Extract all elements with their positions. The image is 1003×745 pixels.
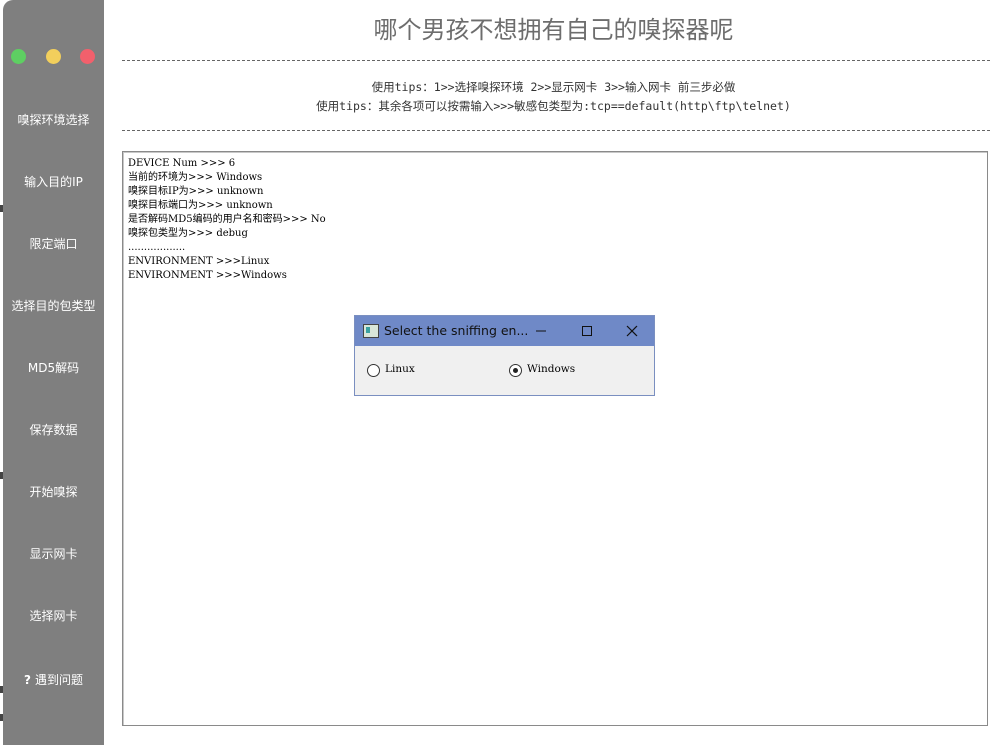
maximize-button[interactable] <box>564 316 610 346</box>
console-line: 嗅探目标端口为>>> unknown <box>128 200 273 211</box>
page-title: 哪个男孩不想拥有自己的嗅探器呢 <box>373 16 734 44</box>
sidebar-item-label: 遇到问题 <box>34 673 83 687</box>
console-line: .................. <box>128 242 186 253</box>
sidebar-item-packet-type[interactable]: 选择目的包类型 <box>3 298 104 314</box>
app-window: 嗅探环境选择 输入目的IP 限定端口 选择目的包类型 MD5解码 保存数据 开始… <box>0 0 1003 745</box>
console-line: DEVICE Num >>> 6 <box>128 158 236 169</box>
console-line: 是否解码MD5编码的用户名和密码>>> No <box>128 214 326 225</box>
question-icon: ? <box>24 673 31 687</box>
radio-button[interactable] <box>509 364 522 377</box>
sidebar-item-target-ip[interactable]: 输入目的IP <box>3 174 104 190</box>
sidebar-item-label: 保存数据 <box>29 423 78 437</box>
tips-line-1: 使用tips：1>>选择嗅探环境 2>>显示网卡 3>>输入网卡 前三步必做 <box>371 80 736 94</box>
console-output[interactable]: DEVICE Num >>> 6 当前的环境为>>> Windows 嗅探目标I… <box>122 151 988 726</box>
sidebar-item-start-sniff[interactable]: 开始嗅探 <box>3 484 104 500</box>
minimize-icon <box>536 330 546 332</box>
sidebar-item-label: 选择目的包类型 <box>11 299 96 313</box>
env-select-dialog: Select the sniffing en... Linux Windows <box>354 315 655 396</box>
minimize-dot[interactable] <box>46 49 61 64</box>
sidebar-item-label: 输入目的IP <box>24 175 83 189</box>
sidebar-item-help[interactable]: ? 遇到问题 <box>3 672 104 688</box>
console-line: ENVIRONMENT >>>Windows <box>128 270 287 281</box>
dialog-titlebar[interactable]: Select the sniffing en... <box>355 316 654 346</box>
sidebar-item-select-nic[interactable]: 选择网卡 <box>3 608 104 624</box>
console-line: 嗅探目标IP为>>> unknown <box>128 186 264 197</box>
maximize-dot[interactable] <box>11 49 26 64</box>
minimize-button[interactable] <box>518 316 564 346</box>
divider <box>122 60 990 61</box>
console-log: DEVICE Num >>> 6 当前的环境为>>> Windows 嗅探目标I… <box>128 157 326 283</box>
sidebar: 嗅探环境选择 输入目的IP 限定端口 选择目的包类型 MD5解码 保存数据 开始… <box>3 0 104 745</box>
sidebar-item-show-nic[interactable]: 显示网卡 <box>3 546 104 562</box>
app-window-icon <box>363 324 379 338</box>
sidebar-item-label: 选择网卡 <box>29 609 78 623</box>
radio-label: Linux <box>385 363 415 375</box>
console-line: 当前的环境为>>> Windows <box>128 172 263 183</box>
console-line: ENVIRONMENT >>>Linux <box>128 256 270 267</box>
sidebar-item-save-data[interactable]: 保存数据 <box>3 422 104 438</box>
close-dot[interactable] <box>80 49 95 64</box>
sidebar-item-label: 开始嗅探 <box>29 485 78 499</box>
maximize-icon <box>582 326 592 336</box>
radio-button[interactable] <box>367 364 380 377</box>
sidebar-item-md5-decode[interactable]: MD5解码 <box>3 360 104 376</box>
sidebar-item-label: 限定端口 <box>29 237 78 251</box>
console-line: 嗅探包类型为>>> debug <box>128 228 248 239</box>
sidebar-item-label: 嗅探环境选择 <box>17 113 90 127</box>
close-icon <box>626 325 638 337</box>
dialog-title: Select the sniffing en... <box>384 323 529 338</box>
radio-label: Windows <box>527 363 576 375</box>
sidebar-item-env-select[interactable]: 嗅探环境选择 <box>3 112 104 128</box>
sidebar-item-label: 显示网卡 <box>29 547 78 561</box>
divider <box>122 130 990 131</box>
close-button[interactable] <box>609 316 655 346</box>
tips-line-2: 使用tips：其余各项可以按需输入>>>敏感包类型为:tcp==default(… <box>316 99 791 113</box>
sidebar-item-label: MD5解码 <box>27 361 80 375</box>
sidebar-item-port-limit[interactable]: 限定端口 <box>3 236 104 252</box>
